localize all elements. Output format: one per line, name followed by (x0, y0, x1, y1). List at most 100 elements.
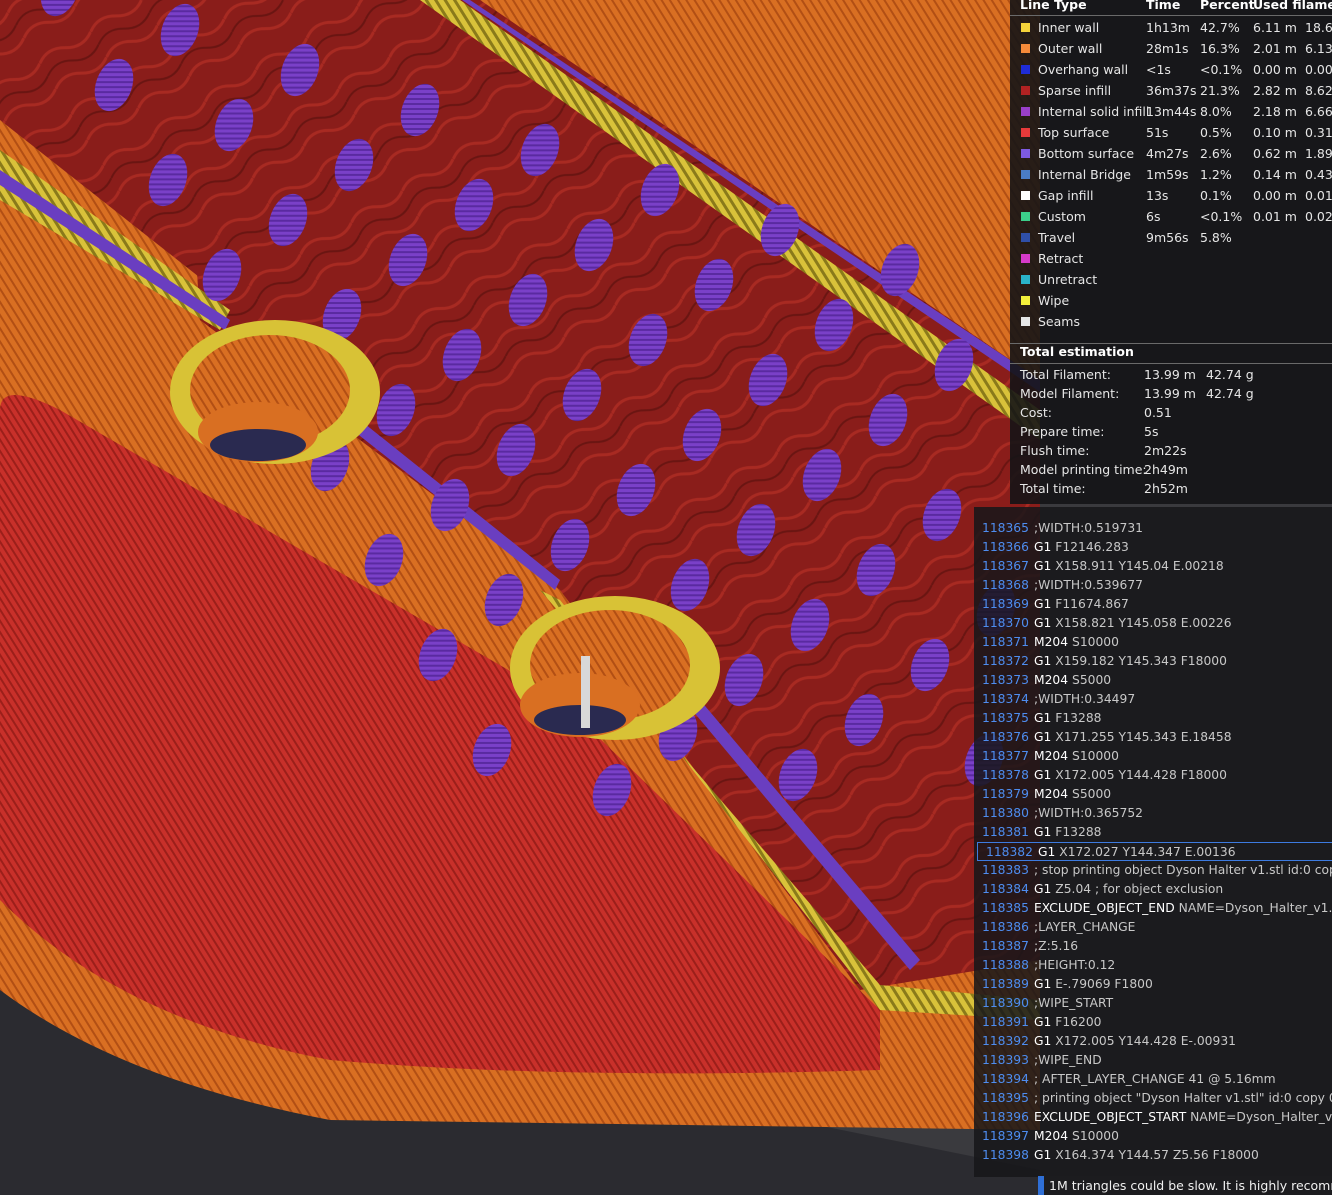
gcode-line[interactable]: 118376 G1 X171.255 Y145.343 E.18458 (974, 728, 1332, 747)
gcode-line[interactable]: 118366 G1 F12146.283 (974, 538, 1332, 557)
legend-row-percent: 0.1% (1200, 188, 1232, 203)
gcode-line-number: 118388 (982, 958, 1029, 972)
gcode-line[interactable]: 118387 ;Z:5.16 (974, 937, 1332, 956)
legend-row-length: 0.62 m (1253, 146, 1297, 161)
color-swatch-icon (1021, 65, 1030, 74)
legend-row-time: 28m1s (1146, 41, 1189, 56)
legend-row-percent: 42.7% (1200, 20, 1240, 35)
legend-row[interactable]: Custom 6s <0.1% 0.01 m 0.02 (1010, 206, 1332, 227)
legend-row-time: <1s (1146, 62, 1171, 77)
legend-row-percent: 21.3% (1200, 83, 1240, 98)
gcode-line-selected[interactable]: 118382 G1 X172.027 Y144.347 E.00136 (977, 842, 1332, 861)
gcode-line-text: ;WIPE_END (1034, 1051, 1102, 1070)
totals-label: Total time: (1020, 481, 1086, 496)
totals-value: 13.99 m (1144, 386, 1196, 401)
gcode-line[interactable]: 118372 G1 X159.182 Y145.343 F18000 (974, 652, 1332, 671)
seam-marker (581, 656, 590, 728)
gcode-line[interactable]: 118395 ; printing object "Dyson Halter v1… (974, 1089, 1332, 1108)
color-swatch-icon (1021, 296, 1030, 305)
gcode-line-number: 118394 (982, 1072, 1029, 1086)
gcode-line[interactable]: 118383 ; stop printing object Dyson Halte… (974, 861, 1332, 880)
gcode-command: EXCLUDE_OBJECT_END (1034, 901, 1175, 915)
gcode-line[interactable]: 118379 M204 S5000 (974, 785, 1332, 804)
legend-row[interactable]: Outer wall 28m1s 16.3% 2.01 m 6.13 (1010, 38, 1332, 59)
legend-row[interactable]: Top surface 51s 0.5% 0.10 m 0.31 (1010, 122, 1332, 143)
gcode-line-text: G1 X172.005 Y144.428 E-.00931 (1034, 1032, 1236, 1051)
legend-row[interactable]: Bottom surface 4m27s 2.6% 0.62 m 1.89 (1010, 143, 1332, 164)
legend-row-label: Retract (1038, 251, 1084, 266)
color-swatch-icon (1021, 149, 1030, 158)
totals-label: Flush time: (1020, 443, 1090, 458)
gcode-line-text: G1 X159.182 Y145.343 F18000 (1034, 652, 1227, 671)
gcode-arguments: ;WIDTH:0.539677 (1034, 578, 1143, 592)
gcode-line[interactable]: 118390 ;WIPE_START (974, 994, 1332, 1013)
gcode-line-number: 118368 (982, 578, 1029, 592)
gcode-line[interactable]: 118385 EXCLUDE_OBJECT_END NAME=Dyson_Halt… (974, 899, 1332, 918)
gcode-line[interactable]: 118388 ;HEIGHT:0.12 (974, 956, 1332, 975)
gcode-line-text: EXCLUDE_OBJECT_END NAME=Dyson_Halter_v1.… (1034, 899, 1332, 918)
legend-row[interactable]: Travel 9m56s 5.8% (1010, 227, 1332, 248)
gcode-line-text: ;HEIGHT:0.12 (1034, 956, 1115, 975)
gcode-line[interactable]: 118384 G1 Z5.04 ; for object exclusion (974, 880, 1332, 899)
legend-row[interactable]: Overhang wall <1s <0.1% 0.00 m 0.00 (1010, 59, 1332, 80)
gcode-line[interactable]: 118375 G1 F13288 (974, 709, 1332, 728)
legend-row-length: 0.01 m (1253, 209, 1297, 224)
gcode-line[interactable]: 118381 G1 F13288 (974, 823, 1332, 842)
gcode-line[interactable]: 118367 G1 X158.911 Y145.04 E.00218 (974, 557, 1332, 576)
legend-row-percent: 8.0% (1200, 104, 1232, 119)
gcode-line[interactable]: 118368 ;WIDTH:0.539677 (974, 576, 1332, 595)
legend-row[interactable]: Internal Bridge 1m59s 1.2% 0.14 m 0.43 (1010, 164, 1332, 185)
legend-row[interactable]: Retract (1010, 248, 1332, 269)
legend-row[interactable]: Internal solid infill 13m44s 8.0% 2.18 m 6.6… (1010, 101, 1332, 122)
gcode-line[interactable]: 118393 ;WIPE_END (974, 1051, 1332, 1070)
gcode-line[interactable]: 118374 ;WIDTH:0.34497 (974, 690, 1332, 709)
gcode-line-number: 118386 (982, 920, 1029, 934)
gcode-line[interactable]: 118398 G1 X164.374 Y144.57 Z5.56 F18000 (974, 1146, 1332, 1165)
gcode-line[interactable]: 118370 G1 X158.821 Y145.058 E.00226 (974, 614, 1332, 633)
gcode-line[interactable]: 118396 EXCLUDE_OBJECT_START NAME=Dyson_Ha… (974, 1108, 1332, 1127)
gcode-arguments: ;HEIGHT:0.12 (1034, 958, 1116, 972)
legend-row-weight: 6.13 (1305, 41, 1332, 56)
gcode-line[interactable]: 118371 M204 S10000 (974, 633, 1332, 652)
screw-hole-bottom-2 (534, 705, 626, 735)
totals-value: 0.51 (1144, 405, 1172, 420)
notification-bar[interactable]: 1M triangles could be slow. It is highly… (1038, 1176, 1332, 1195)
legend-row[interactable]: Wipe (1010, 290, 1332, 311)
gcode-line[interactable]: 118380 ;WIDTH:0.365752 (974, 804, 1332, 823)
gcode-line[interactable]: 118394 ; AFTER_LAYER_CHANGE 41 @ 5.16mm (974, 1070, 1332, 1089)
gcode-line-number: 118397 (982, 1129, 1029, 1143)
gcode-arguments: S10000 (1072, 635, 1119, 649)
legend-row[interactable]: Unretract (1010, 269, 1332, 290)
legend-row[interactable]: Seams (1010, 311, 1332, 332)
legend-row[interactable]: Sparse infill 36m37s 21.3% 2.82 m 8.62 (1010, 80, 1332, 101)
legend-row-time: 9m56s (1146, 230, 1189, 245)
gcode-line-text: M204 S10000 (1034, 747, 1119, 766)
totals-row: Prepare time: 5s (1010, 422, 1332, 441)
gcode-line-number: 118377 (982, 749, 1029, 763)
legend-row[interactable]: Gap infill 13s 0.1% 0.00 m 0.01 (1010, 185, 1332, 206)
gcode-line[interactable]: 118386 ;LAYER_CHANGE (974, 918, 1332, 937)
legend-row-time: 6s (1146, 209, 1161, 224)
gcode-line[interactable]: 118377 M204 S10000 (974, 747, 1332, 766)
gcode-line-number: 118378 (982, 768, 1029, 782)
legend-row-weight: 0.01 (1305, 188, 1332, 203)
gcode-command: M204 (1034, 749, 1069, 763)
gcode-line-number: 118376 (982, 730, 1029, 744)
gcode-line[interactable]: 118373 M204 S5000 (974, 671, 1332, 690)
gcode-line[interactable]: 118389 G1 E-.79069 F1800 (974, 975, 1332, 994)
gcode-line-text: M204 S10000 (1034, 1127, 1119, 1146)
totals-value: 5s (1144, 424, 1159, 439)
gcode-line[interactable]: 118397 M204 S10000 (974, 1127, 1332, 1146)
gcode-viewer[interactable]: 118365 ;WIDTH:0.519731 118366 G1 F12146.283… (974, 507, 1332, 1177)
legend-row-percent: 2.6% (1200, 146, 1232, 161)
legend-row[interactable]: Inner wall 1h13m 42.7% 6.11 m 18.66 (1010, 17, 1332, 38)
gcode-line[interactable]: 118378 G1 X172.005 Y144.428 F18000 (974, 766, 1332, 785)
color-swatch-icon (1021, 170, 1030, 179)
gcode-line-number: 118385 (982, 901, 1029, 915)
gcode-command: G1 (1034, 977, 1052, 991)
gcode-line[interactable]: 118365 ;WIDTH:0.519731 (974, 519, 1332, 538)
gcode-line[interactable]: 118392 G1 X172.005 Y144.428 E-.00931 (974, 1032, 1332, 1051)
gcode-line[interactable]: 118391 G1 F16200 (974, 1013, 1332, 1032)
gcode-line[interactable]: 118369 G1 F11674.867 (974, 595, 1332, 614)
gcode-line-text: G1 F13288 (1034, 709, 1101, 728)
